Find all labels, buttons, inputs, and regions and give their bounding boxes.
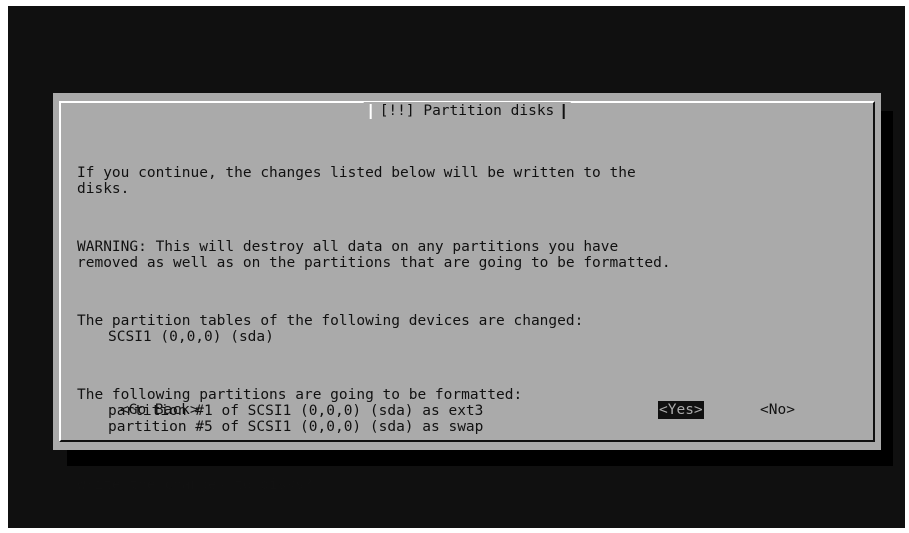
dialog-buttons: <Go Back> <Yes> <No>: [77, 401, 857, 419]
yes-button[interactable]: <Yes>: [658, 401, 704, 419]
installer-screen: [!!] Partition disks If you continue, th…: [8, 6, 905, 528]
partition-tables-heading: The partition tables of the following de…: [77, 313, 584, 329]
dialog-title-bar: [!!] Partition disks: [363, 102, 571, 120]
go-back-button[interactable]: <Go Back>: [119, 401, 200, 419]
intro-line-1: If you continue, the changes listed belo…: [77, 165, 636, 181]
dialog-title: [!!] Partition disks: [379, 103, 555, 119]
intro-paragraph: If you continue, the changes listed belo…: [77, 165, 671, 197]
partition-disks-dialog: [!!] Partition disks If you continue, th…: [53, 93, 881, 493]
intro-line-2: disks.: [77, 181, 130, 197]
format-item: partition #5 of SCSI1 (0,0,0) (sda) as s…: [108, 419, 484, 435]
question-text: Write the changes to disks?: [77, 477, 313, 493]
title-left-bracket: [369, 103, 372, 119]
partition-tables-paragraph: The partition tables of the following de…: [77, 313, 671, 345]
warning-paragraph: WARNING: This will destroy all data on a…: [77, 239, 671, 271]
warning-line-1: WARNING: This will destroy all data on a…: [77, 239, 619, 255]
title-right-bracket: [562, 103, 565, 119]
dialog-message: If you continue, the changes listed belo…: [77, 133, 671, 528]
no-button[interactable]: <No>: [759, 401, 796, 419]
warning-line-2: removed as well as on the partitions tha…: [77, 255, 671, 271]
partition-table-item: SCSI1 (0,0,0) (sda): [108, 329, 274, 345]
